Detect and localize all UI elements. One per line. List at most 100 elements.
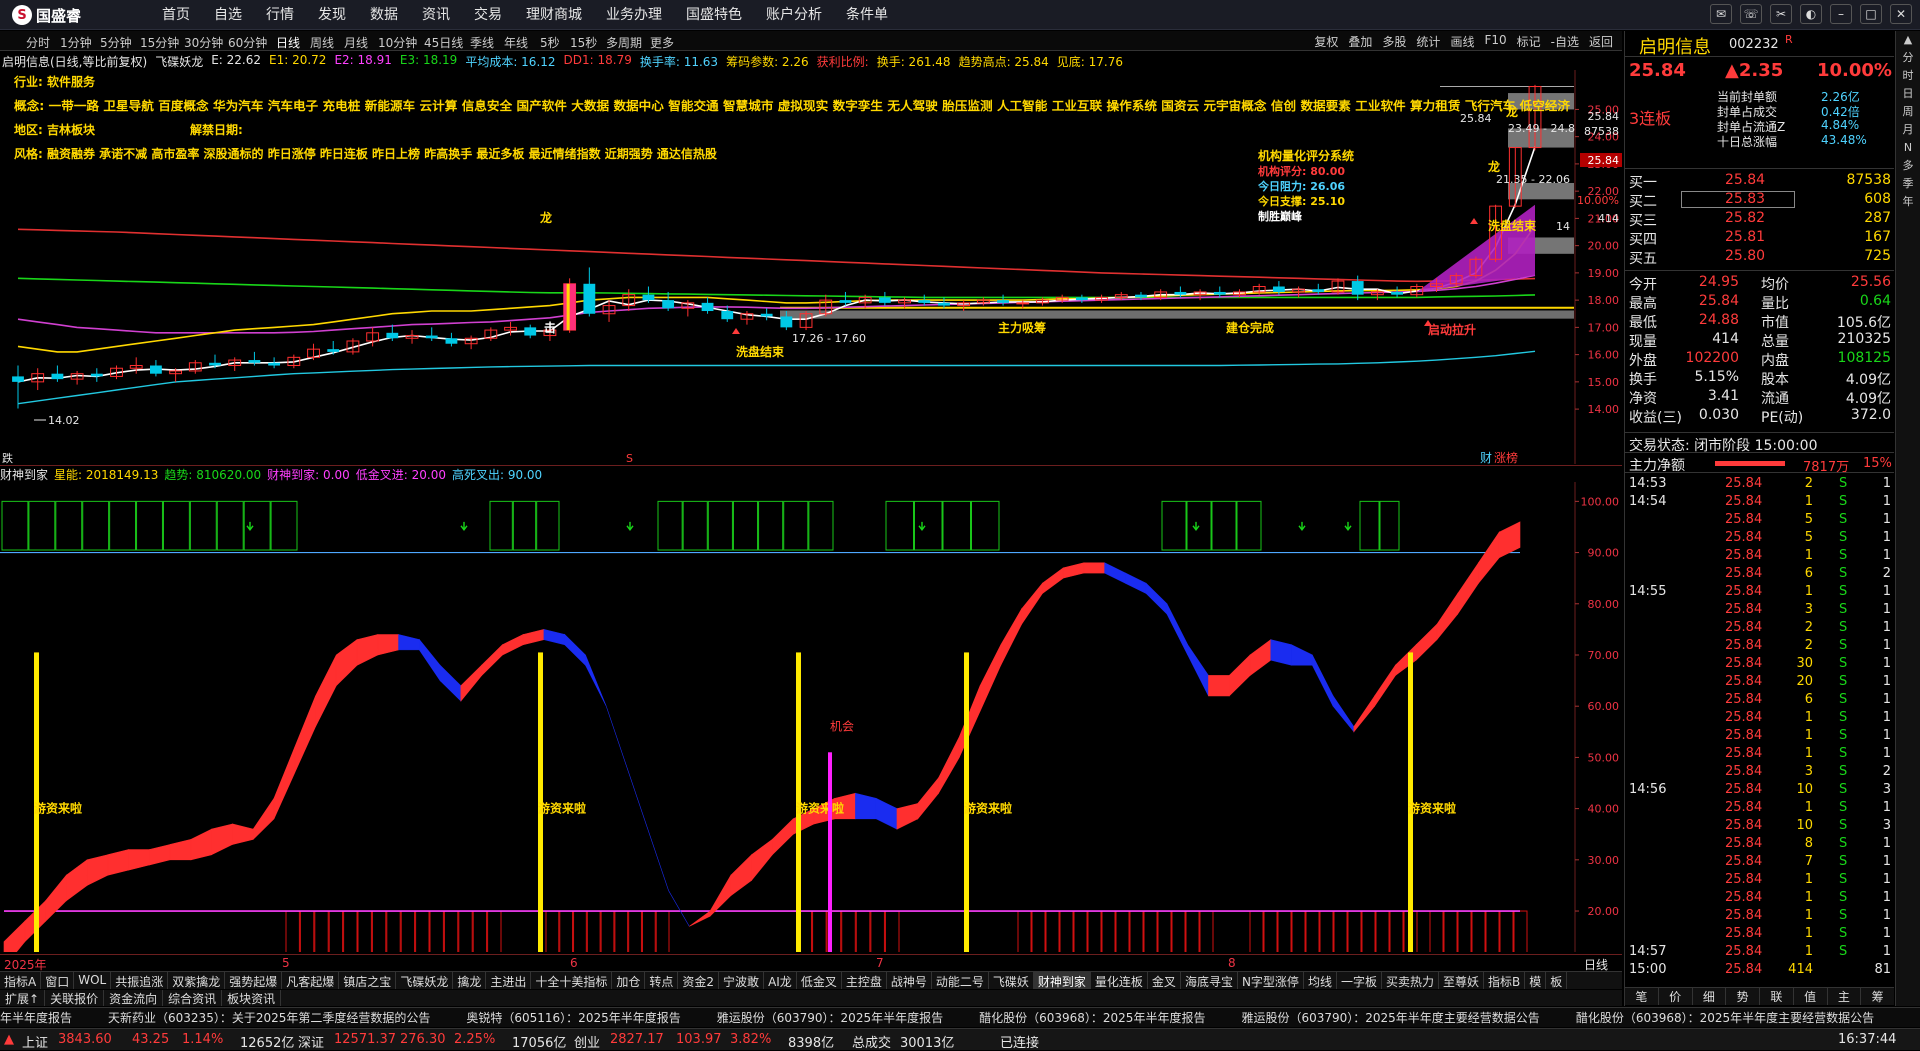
- nav-item-7[interactable]: 理财商城: [514, 0, 594, 30]
- skin-icon[interactable]: ◐: [1800, 4, 1822, 24]
- panel-tab-5[interactable]: 值: [1794, 988, 1828, 1005]
- indicator-tab-28[interactable]: 一字板: [1337, 972, 1382, 989]
- nav-item-9[interactable]: 国盛特色: [674, 0, 754, 30]
- indicator-tab-8[interactable]: 飞碟妖龙: [396, 972, 454, 989]
- period-tab-4[interactable]: 30分钟: [184, 34, 223, 51]
- indicator-tab-30[interactable]: 至尊妖: [1439, 972, 1484, 989]
- info-tab-3[interactable]: 综合资讯: [163, 990, 223, 1006]
- indicator-tab-0[interactable]: 指标A: [0, 972, 42, 989]
- ticker-item[interactable]: 奥锐特（605116）：2025年半年度报告: [466, 1011, 680, 1025]
- panel-tab-2[interactable]: 细: [1693, 988, 1727, 1005]
- indicator-tab-24[interactable]: 金叉: [1148, 972, 1181, 989]
- kline-chart[interactable]: 14.0015.0016.0017.0018.0019.0020.0021.00…: [0, 70, 1622, 464]
- tool-button-0[interactable]: 复权: [1309, 32, 1343, 51]
- sidebar-item-4[interactable]: 周: [1896, 103, 1920, 121]
- ticker-item[interactable]: 雅运股份（603790）：2025年半年度主要经营数据公告: [1241, 1011, 1539, 1025]
- buy-level-row[interactable]: 买三 25.82 287: [1625, 209, 1894, 229]
- period-tab-3[interactable]: 15分钟: [140, 34, 179, 51]
- ticker-item[interactable]: 年半年度报告: [0, 1011, 72, 1025]
- tool-button-1[interactable]: 叠加: [1343, 32, 1377, 51]
- minimize-icon[interactable]: –: [1830, 4, 1852, 24]
- indicator-tab-6[interactable]: 凡客起爆: [282, 972, 340, 989]
- nav-item-11[interactable]: 条件单: [834, 0, 900, 30]
- indicator-tab-16[interactable]: AI龙: [764, 972, 797, 989]
- period-tab-11[interactable]: 季线: [470, 34, 494, 51]
- close-icon[interactable]: ✕: [1890, 4, 1912, 24]
- panel-tab-4[interactable]: 联: [1760, 988, 1794, 1005]
- indicator-tab-31[interactable]: 指标B: [1484, 972, 1526, 989]
- indicator-tab-21[interactable]: 飞碟妖: [989, 972, 1034, 989]
- indicator-tab-7[interactable]: 镇店之宝: [339, 972, 397, 989]
- app-logo[interactable]: S 国盛睿: [12, 5, 81, 25]
- indicator-tab-23[interactable]: 量化连板: [1091, 972, 1148, 989]
- tick-list[interactable]: 14:53 25.84 2 S 1 14:54 25.84 1 S 1 25.84 5 S 1 25.84 5…: [1625, 475, 1894, 985]
- period-tab-9[interactable]: 10分钟: [378, 34, 417, 51]
- buy-level-row[interactable]: 买二 25.83 608: [1625, 190, 1894, 210]
- service-icon[interactable]: ☏: [1740, 4, 1762, 24]
- nav-item-10[interactable]: 账户分析: [754, 0, 834, 30]
- info-tab-0[interactable]: 扩展↑: [0, 990, 46, 1006]
- nav-item-6[interactable]: 交易: [462, 0, 514, 30]
- tools-icon[interactable]: ✂: [1770, 4, 1792, 24]
- indicator-tab-15[interactable]: 宁波敢: [719, 972, 765, 989]
- indicator-tab-1[interactable]: 窗口: [41, 972, 75, 989]
- nav-item-8[interactable]: 业务办理: [594, 0, 674, 30]
- sidebar-item-6[interactable]: N: [1896, 139, 1920, 157]
- period-tab-6[interactable]: 日线: [276, 34, 300, 51]
- indicator-tab-14[interactable]: 资金2: [678, 972, 720, 989]
- ticker-item[interactable]: 醋化股份（603968）：2025年半年度报告: [979, 1011, 1205, 1025]
- maximize-icon[interactable]: □: [1860, 4, 1882, 24]
- period-tab-7[interactable]: 周线: [310, 34, 334, 51]
- indicator-tab-27[interactable]: 均线: [1304, 972, 1337, 989]
- tool-button-6[interactable]: 标记: [1512, 32, 1546, 51]
- period-tab-5[interactable]: 60分钟: [228, 34, 267, 51]
- nav-item-3[interactable]: 发现: [306, 0, 358, 30]
- nav-item-4[interactable]: 数据: [358, 0, 410, 30]
- panel-tab-3[interactable]: 势: [1726, 988, 1760, 1005]
- period-tab-8[interactable]: 月线: [344, 34, 368, 51]
- period-tab-1[interactable]: 1分钟: [60, 34, 92, 51]
- indicator-tab-25[interactable]: 海底寻宝: [1181, 972, 1238, 989]
- ticker-item[interactable]: 醋化股份（603968）：2025年半年度主要经营数据公告: [1576, 1011, 1874, 1025]
- sidebar-item-8[interactable]: 季: [1896, 175, 1920, 193]
- indicator-tab-10[interactable]: 主进出: [486, 972, 532, 989]
- buy-level-row[interactable]: 买一 25.84 87538: [1625, 171, 1894, 191]
- indicator-tab-33[interactable]: 板: [1546, 972, 1568, 989]
- tool-button-3[interactable]: 统计: [1411, 32, 1445, 51]
- nav-item-2[interactable]: 行情: [254, 0, 306, 30]
- tool-button-7[interactable]: -自选: [1546, 32, 1584, 51]
- tool-button-2[interactable]: 多股: [1377, 32, 1411, 51]
- sidebar-item-3[interactable]: 日: [1896, 85, 1920, 103]
- tool-button-8[interactable]: 返回: [1584, 32, 1618, 51]
- period-tab-16[interactable]: 更多: [650, 34, 674, 51]
- indicator-tab-4[interactable]: 双紫擒龙: [168, 972, 226, 989]
- indicator-tab-19[interactable]: 战神号: [887, 972, 932, 989]
- buy-level-row[interactable]: 买五 25.80 725: [1625, 247, 1894, 267]
- sidebar-item-2[interactable]: 时: [1896, 67, 1920, 85]
- indicator-tab-26[interactable]: N字型涨停: [1238, 972, 1304, 989]
- tool-button-4[interactable]: 画线: [1445, 32, 1479, 51]
- nav-item-1[interactable]: 自选: [202, 0, 254, 30]
- period-tab-12[interactable]: 年线: [504, 34, 528, 51]
- tool-button-5[interactable]: F10: [1479, 32, 1511, 51]
- info-tab-1[interactable]: 关联报价: [45, 990, 105, 1006]
- indicator-tab-18[interactable]: 主控盘: [842, 972, 887, 989]
- info-tab-4[interactable]: 板块资讯: [222, 990, 282, 1006]
- panel-tab-7[interactable]: 筹: [1861, 988, 1894, 1005]
- sidebar-item-5[interactable]: 月: [1896, 121, 1920, 139]
- indicator-chart[interactable]: 20.00 30.00 40.00 50.00 60.00 70.00 80.00 90.00…: [0, 482, 1622, 952]
- indicator-tab-20[interactable]: 动能二号: [932, 972, 989, 989]
- sidebar-item-1[interactable]: 分: [1896, 49, 1920, 67]
- indicator-tab-9[interactable]: 擒龙: [453, 972, 487, 989]
- nav-item-5[interactable]: 资讯: [410, 0, 462, 30]
- panel-tab-1[interactable]: 价: [1659, 988, 1693, 1005]
- indicator-tab-32[interactable]: 模: [1525, 972, 1547, 989]
- info-tab-2[interactable]: 资金流向: [104, 990, 164, 1006]
- sidebar-item-9[interactable]: 年: [1896, 193, 1920, 211]
- period-tab-15[interactable]: 多周期: [606, 34, 642, 51]
- ticker-item[interactable]: 天新药业（603235）：关于2025年第二季度经营数据的公告: [108, 1011, 430, 1025]
- buy-level-row[interactable]: 买四 25.81 167: [1625, 228, 1894, 248]
- news-ticker[interactable]: 年半年度报告 天新药业（603235）：关于2025年第二季度经营数据的公告 奥锐特…: [0, 1007, 1920, 1027]
- message-icon[interactable]: ✉: [1710, 4, 1732, 24]
- indicator-tab-17[interactable]: 低金叉: [797, 972, 842, 989]
